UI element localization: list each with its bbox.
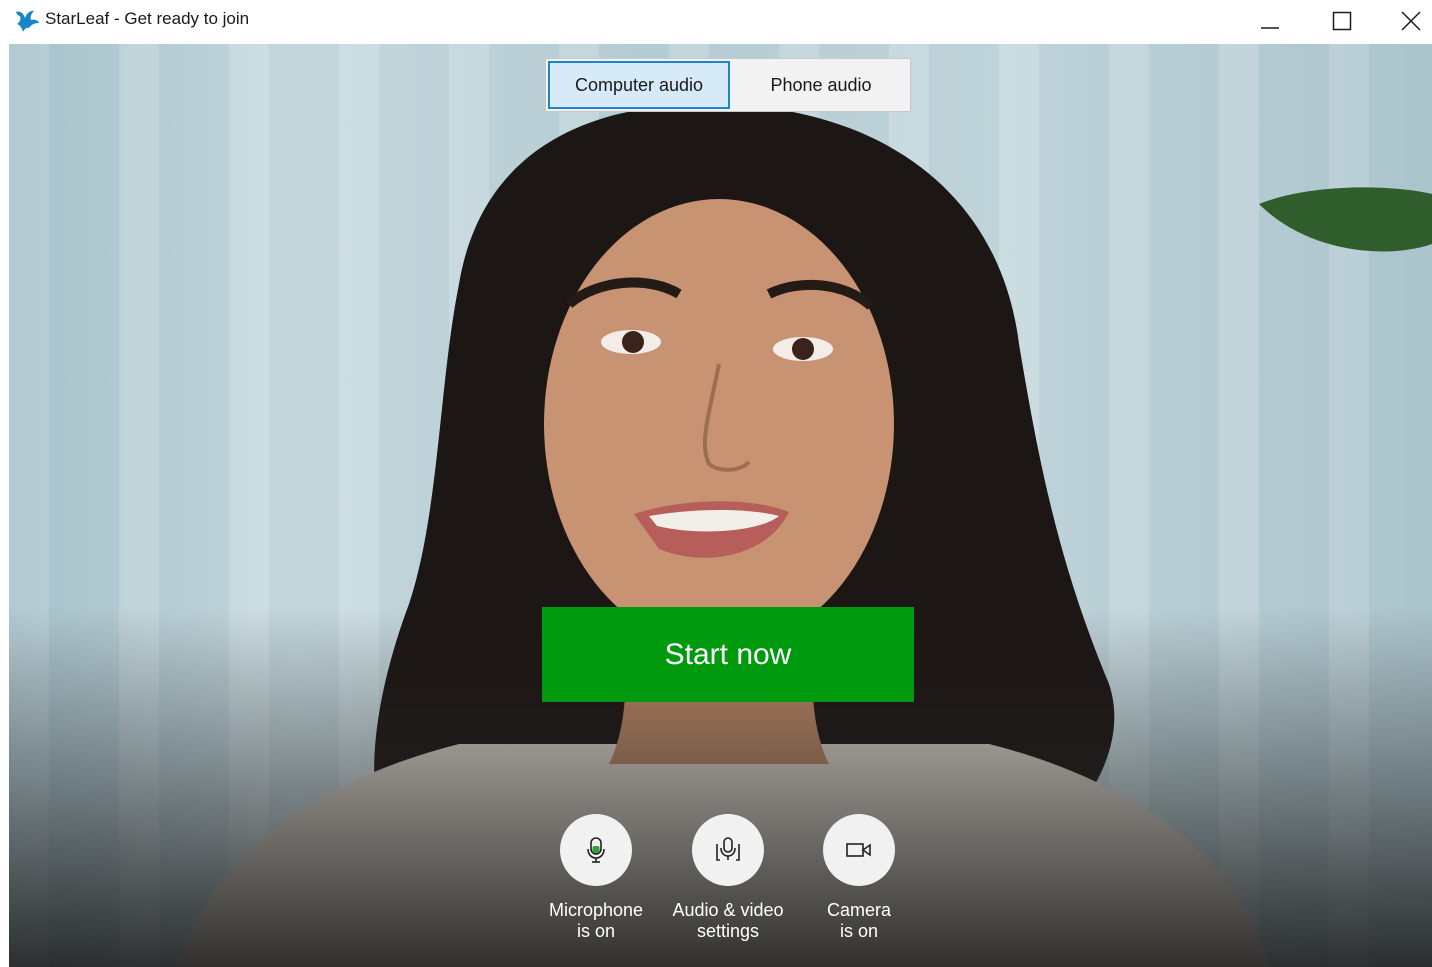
close-icon [1401, 11, 1421, 31]
camera-button[interactable] [823, 814, 895, 886]
close-button[interactable] [1381, 0, 1432, 42]
audio-video-settings-icon [716, 837, 740, 861]
audio-video-settings-button[interactable] [692, 814, 764, 886]
minimize-icon [1261, 27, 1279, 29]
minimize-button[interactable] [1240, 0, 1300, 42]
phone-audio-option[interactable]: Phone audio [732, 59, 910, 111]
microphone-icon [587, 837, 605, 863]
maximize-icon [1332, 11, 1352, 31]
camera-label-line2: is on [839, 921, 879, 941]
window-title: StarLeaf - Get ready to join [45, 9, 250, 28]
starleaf-logo-icon [16, 10, 39, 32]
computer-audio-option[interactable]: Computer audio [548, 61, 730, 109]
microphone-button[interactable] [560, 814, 632, 886]
camera-toggle[interactable]: Camera is on [779, 814, 939, 942]
maximize-button[interactable] [1312, 0, 1372, 42]
camera-label-line1: Camera [826, 900, 892, 920]
app-window: StarLeaf - Get ready to join Computer au… [0, 0, 1432, 967]
camera-icon [846, 843, 871, 857]
title-bar: StarLeaf - Get ready to join [0, 0, 1432, 42]
camera-preview: Computer audio Phone audio Start now Mic… [9, 44, 1432, 967]
audio-mode-toggle: Computer audio Phone audio [545, 58, 911, 112]
start-now-button[interactable]: Start now [542, 607, 914, 702]
